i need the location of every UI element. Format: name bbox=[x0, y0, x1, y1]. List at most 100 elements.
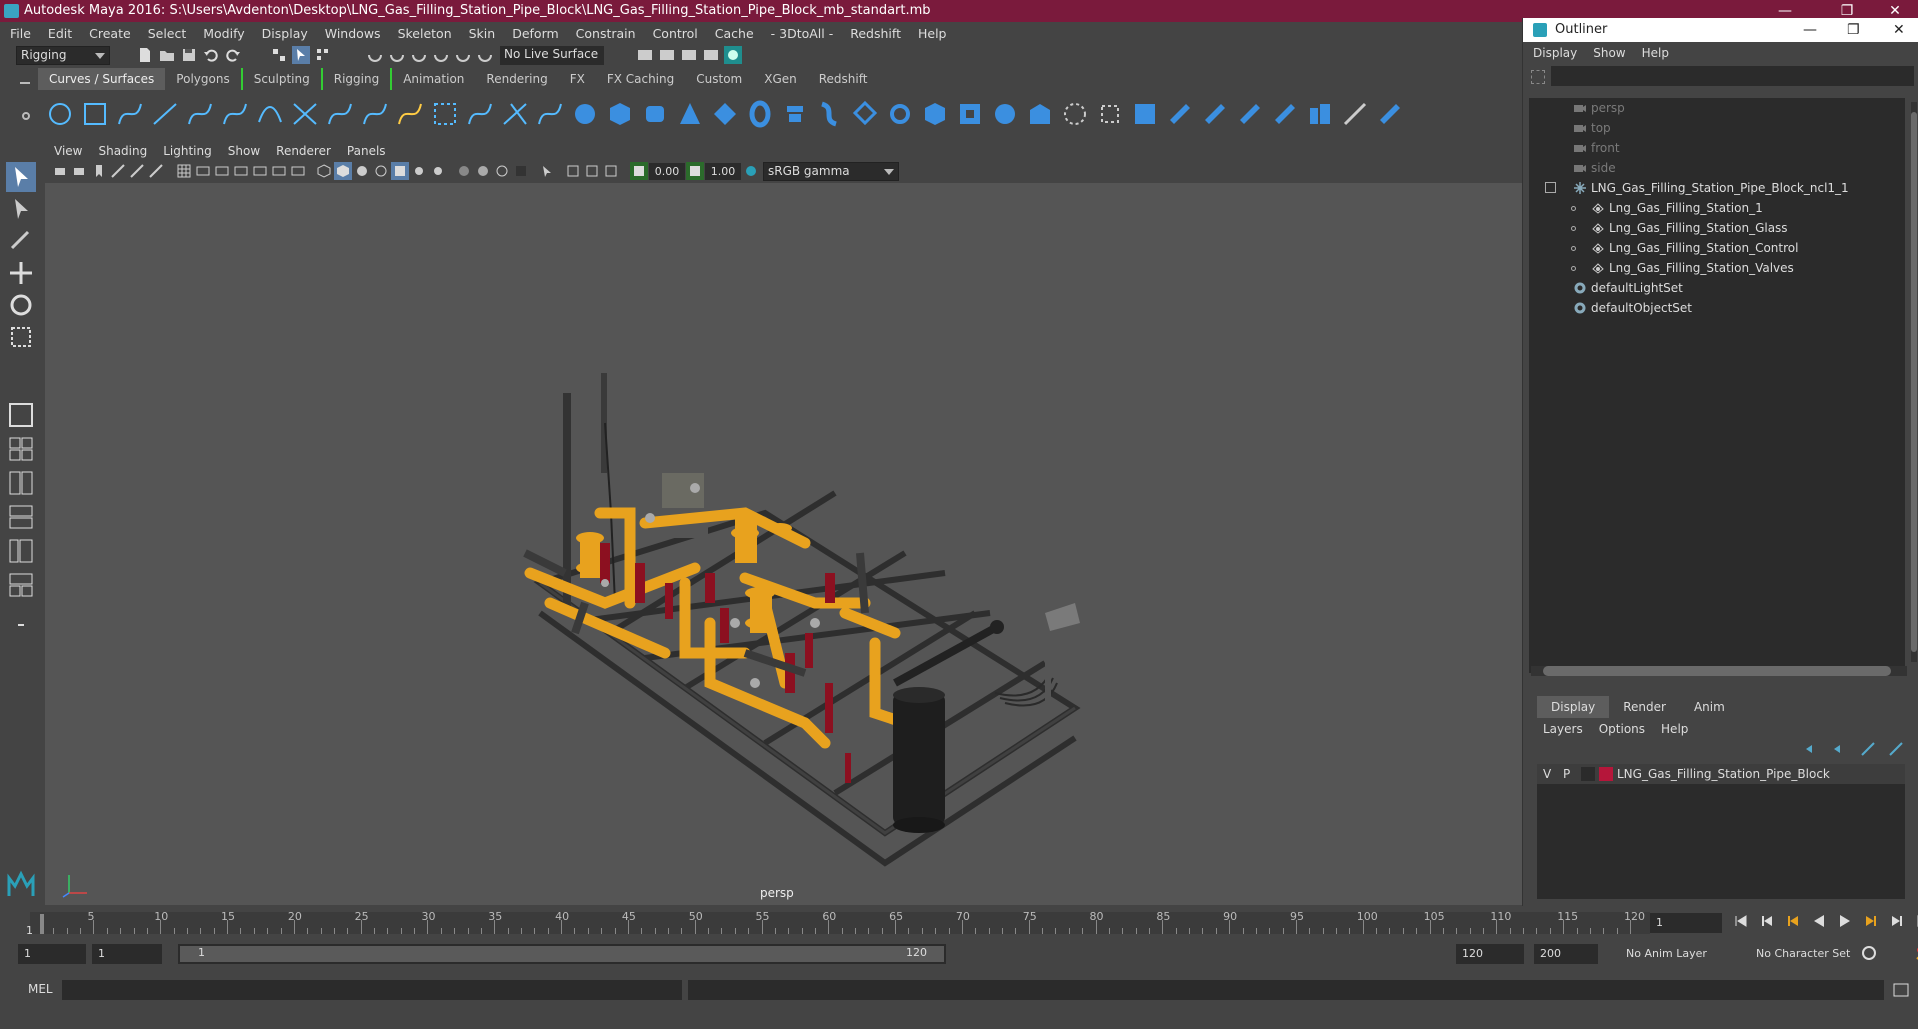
script-editor-icon[interactable] bbox=[1892, 981, 1910, 999]
render-frame-icon[interactable] bbox=[658, 46, 676, 64]
camera-attributes-icon[interactable] bbox=[71, 162, 89, 180]
motion-blur-icon[interactable] bbox=[474, 162, 492, 180]
menu-skeleton[interactable]: Skeleton bbox=[398, 26, 452, 41]
layer-visibility-toggle[interactable]: V bbox=[1543, 764, 1551, 784]
depth-of-field-icon[interactable] bbox=[512, 162, 530, 180]
nurbs-cube-icon[interactable] bbox=[606, 100, 634, 128]
viewport-menu-show[interactable]: Show bbox=[228, 142, 260, 160]
outliner-item[interactable]: LNG_Gas_Filling_Station_Pipe_Block_ncl1_… bbox=[1529, 178, 1905, 198]
layer-menu-layers[interactable]: Layers bbox=[1543, 720, 1583, 738]
bezier-curve-icon[interactable] bbox=[186, 100, 214, 128]
insert-isoparm-icon[interactable] bbox=[1306, 100, 1334, 128]
move-layer-down-icon[interactable] bbox=[1831, 740, 1849, 758]
scale-tool-icon[interactable] bbox=[6, 322, 36, 352]
shelf-menu-icon[interactable] bbox=[20, 82, 30, 84]
select-tool-icon[interactable] bbox=[6, 162, 36, 192]
attach-surfaces-icon[interactable] bbox=[1201, 100, 1229, 128]
default-material-icon[interactable] bbox=[353, 162, 371, 180]
menu-edit[interactable]: Edit bbox=[48, 26, 72, 41]
outliner-item[interactable]: side bbox=[1529, 158, 1905, 178]
sculpt-geometry-icon[interactable] bbox=[1341, 100, 1369, 128]
lasso-tool-icon[interactable] bbox=[6, 194, 36, 224]
current-time-marker[interactable] bbox=[40, 914, 44, 934]
current-frame-field[interactable]: 1 bbox=[1650, 913, 1722, 933]
layer-tab-display[interactable]: Display bbox=[1537, 696, 1610, 718]
select-component-icon[interactable] bbox=[314, 46, 332, 64]
xray-joints-icon[interactable] bbox=[583, 162, 601, 180]
intersect-icon[interactable] bbox=[1096, 100, 1124, 128]
go-to-start-icon[interactable] bbox=[1732, 912, 1750, 930]
isolate-select-icon[interactable] bbox=[538, 162, 556, 180]
auto-key-icon[interactable] bbox=[1860, 944, 1878, 962]
viewport-menu-view[interactable]: View bbox=[54, 142, 82, 160]
grid-toggle-icon[interactable] bbox=[175, 162, 193, 180]
shelf-tab-animation[interactable]: Animation bbox=[392, 68, 475, 90]
outliner-maximize-button[interactable]: ❐ bbox=[1847, 18, 1860, 42]
collapse-icon[interactable] bbox=[1545, 182, 1556, 193]
play-backwards-icon[interactable] bbox=[1810, 912, 1828, 930]
shelf-tab-curves-surfaces[interactable]: Curves / Surfaces bbox=[38, 68, 166, 90]
outliner-hscroll[interactable] bbox=[1531, 666, 1907, 676]
loft-icon[interactable] bbox=[816, 100, 844, 128]
viewport-menu-panels[interactable]: Panels bbox=[347, 142, 386, 160]
nurbs-sphere-icon[interactable] bbox=[571, 100, 599, 128]
revolve-icon[interactable] bbox=[781, 100, 809, 128]
detach-surfaces-icon[interactable] bbox=[1236, 100, 1264, 128]
snap-view-icon[interactable] bbox=[432, 46, 450, 64]
layout-outliner-icon[interactable] bbox=[6, 502, 36, 532]
outliner-item[interactable]: top bbox=[1529, 118, 1905, 138]
snap-curve-icon[interactable] bbox=[388, 46, 406, 64]
shelf-tab-sculpting[interactable]: Sculpting bbox=[240, 68, 323, 90]
gate-mask-icon[interactable] bbox=[232, 162, 250, 180]
attach-curves-icon[interactable] bbox=[291, 100, 319, 128]
nurbs-cone-icon[interactable] bbox=[676, 100, 704, 128]
shelf-tab-fx-caching[interactable]: FX Caching bbox=[596, 68, 685, 90]
rotate-tool-icon[interactable] bbox=[6, 290, 36, 320]
move-layer-up-icon[interactable] bbox=[1803, 740, 1821, 758]
field-chart-icon[interactable] bbox=[251, 162, 269, 180]
menu-3dtoall[interactable]: - 3DtoAll - bbox=[771, 26, 834, 41]
menu-skin[interactable]: Skin bbox=[469, 26, 496, 41]
menu-create[interactable]: Create bbox=[89, 26, 131, 41]
shadows-icon[interactable] bbox=[429, 162, 447, 180]
smooth-shade-icon[interactable] bbox=[334, 162, 352, 180]
save-scene-icon[interactable] bbox=[180, 46, 198, 64]
exposure-field[interactable]: 0.00 bbox=[649, 162, 685, 180]
range-slider-handle[interactable] bbox=[180, 946, 944, 962]
insert-knot-icon[interactable] bbox=[361, 100, 389, 128]
detach-curves-icon[interactable] bbox=[326, 100, 354, 128]
menu-windows[interactable]: Windows bbox=[325, 26, 381, 41]
step-back-frame-icon[interactable] bbox=[1784, 912, 1802, 930]
menu-redshift[interactable]: Redshift bbox=[850, 26, 901, 41]
playback-end-field[interactable]: 120 bbox=[1456, 944, 1524, 964]
viewport-persp[interactable] bbox=[45, 183, 1522, 905]
viewport-menu-lighting[interactable]: Lighting bbox=[163, 142, 212, 160]
nurbs-circle-icon[interactable] bbox=[46, 100, 74, 128]
new-scene-icon[interactable] bbox=[136, 46, 154, 64]
outliner-search-input[interactable] bbox=[1551, 66, 1914, 86]
gamma-icon[interactable] bbox=[686, 162, 704, 180]
screen-space-ao-icon[interactable] bbox=[455, 162, 473, 180]
exposure-icon[interactable] bbox=[630, 162, 648, 180]
layer-tab-anim[interactable]: Anim bbox=[1680, 696, 1739, 718]
range-slider[interactable]: 1 120 bbox=[178, 944, 946, 964]
menu-cache[interactable]: Cache bbox=[715, 26, 754, 41]
textured-icon[interactable] bbox=[391, 162, 409, 180]
open-close-surfaces-icon[interactable] bbox=[1271, 100, 1299, 128]
menu-set-dropdown[interactable]: Rigging bbox=[16, 45, 110, 65]
layer-playback-toggle[interactable]: P bbox=[1563, 764, 1570, 784]
command-input[interactable] bbox=[62, 980, 682, 1000]
bookmark-icon[interactable] bbox=[90, 162, 108, 180]
outliner-minimize-button[interactable]: — bbox=[1803, 18, 1817, 42]
outliner-menu-help[interactable]: Help bbox=[1642, 42, 1669, 64]
play-forwards-icon[interactable] bbox=[1836, 912, 1854, 930]
redo-icon[interactable] bbox=[224, 46, 242, 64]
hypershade-icon[interactable] bbox=[724, 46, 742, 64]
live-surface-icon[interactable] bbox=[476, 46, 494, 64]
gamma-field[interactable]: 1.00 bbox=[705, 162, 741, 180]
ep-curve-icon[interactable] bbox=[151, 100, 179, 128]
layout-two-icon[interactable] bbox=[6, 468, 36, 498]
image-plane-icon[interactable] bbox=[109, 162, 127, 180]
step-back-key-icon[interactable] bbox=[1758, 912, 1776, 930]
snap-surface-icon[interactable] bbox=[454, 46, 472, 64]
